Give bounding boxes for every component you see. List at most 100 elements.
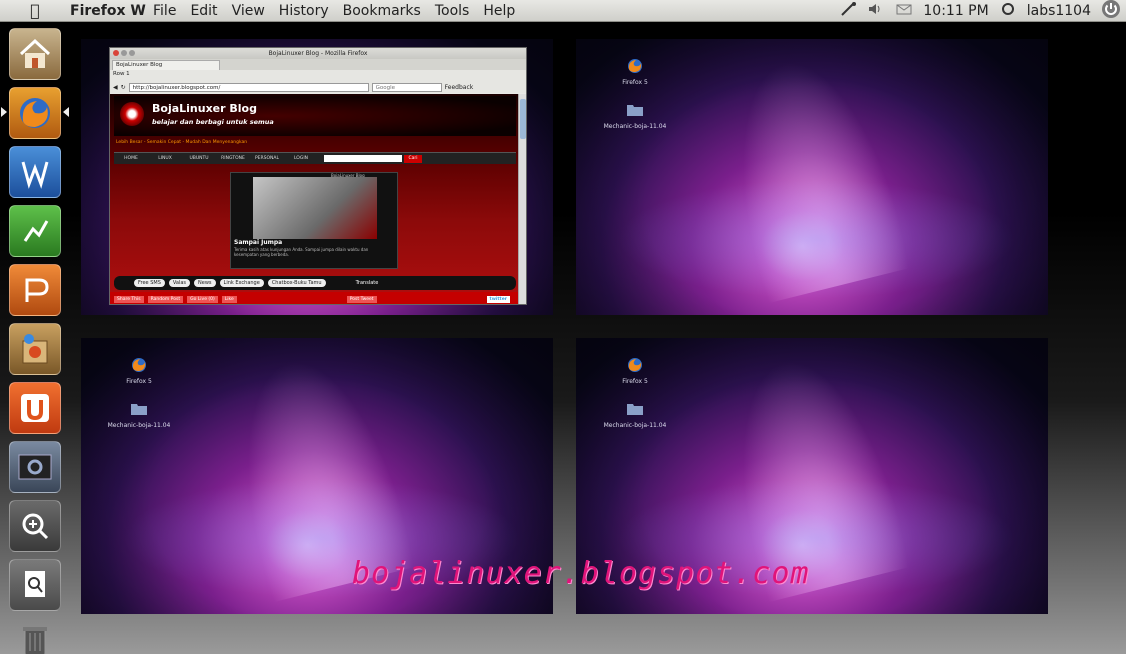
- launcher-file-search[interactable]: [9, 559, 61, 611]
- software-center-icon: [22, 334, 48, 364]
- menu-history[interactable]: History: [272, 3, 336, 19]
- maximize-icon[interactable]: [129, 50, 135, 56]
- launcher-impress[interactable]: [9, 264, 61, 316]
- back-icon[interactable]: ◀: [113, 84, 118, 91]
- clock[interactable]: 10:11 PM: [918, 3, 993, 19]
- menu-bookmarks[interactable]: Bookmarks: [336, 3, 428, 19]
- window-titlebar[interactable]: BojaLinuxer Blog - Mozilla Firefox: [110, 48, 526, 59]
- blog-tagline: Lebih Besar - Semakin Cepat - Mudah Dan …: [116, 140, 248, 145]
- web-page: BojaLinuxer Blog belajar dan berbagi unt…: [110, 94, 520, 304]
- nav-home[interactable]: HOME: [114, 156, 148, 161]
- active-app-name: Firefox W: [70, 2, 146, 19]
- vertical-scrollbar[interactable]: [518, 94, 526, 304]
- network-icon[interactable]: [834, 2, 862, 20]
- link-valas[interactable]: Valas: [168, 279, 191, 287]
- nav-login[interactable]: LOGIN: [284, 156, 318, 161]
- toolbar-row: Row 1: [113, 71, 130, 77]
- blog-logo: [120, 102, 144, 126]
- desktop-icon-folder[interactable]: Mechanic-boja-11.04: [600, 101, 670, 130]
- desktop-icon-firefox[interactable]: Firefox 5: [104, 356, 174, 385]
- nav-ringtone[interactable]: RINGTONE: [216, 156, 250, 161]
- link-news[interactable]: News: [194, 279, 216, 287]
- ubuntu-one-icon: [21, 394, 49, 422]
- blog-search-input[interactable]: [324, 155, 402, 162]
- desktop-icon-label: Firefox 5: [622, 79, 648, 86]
- volume-icon[interactable]: [862, 2, 890, 20]
- menu-file[interactable]: File: [146, 3, 183, 19]
- impress-icon: [25, 278, 49, 302]
- calc-icon: [23, 220, 49, 242]
- menu-view[interactable]: View: [225, 3, 272, 19]
- launcher-firefox[interactable]: [9, 87, 61, 139]
- browser-tab[interactable]: BojaLinuxer Blog: [112, 60, 220, 70]
- launcher-zoom[interactable]: [9, 500, 61, 552]
- post-tweet-button[interactable]: Post Tweet: [346, 295, 377, 303]
- menu-edit[interactable]: Edit: [183, 3, 224, 19]
- featured-text: Terima kasih atas kunjungan Anda. Sampai…: [234, 247, 369, 257]
- desktop-icon-label: Firefox 5: [622, 378, 648, 385]
- share-button[interactable]: Share This: [114, 295, 144, 303]
- nav-ubuntu[interactable]: UBUNTU: [182, 156, 216, 161]
- search-input[interactable]: Google: [371, 82, 442, 92]
- mail-icon[interactable]: [890, 2, 918, 20]
- nav-linux[interactable]: LINUX: [148, 156, 182, 161]
- url-bar[interactable]: http://bojalinuxer.blogspot.com/: [128, 82, 369, 92]
- nav-personal[interactable]: PERSONAL: [250, 156, 284, 161]
- go-live-button[interactable]: Go Live (0): [187, 295, 218, 303]
- desktop-icon-label: Mechanic-boja-11.04: [107, 422, 171, 429]
- launcher-calc[interactable]: [9, 205, 61, 257]
- apple-icon[interactable]: : [0, 1, 70, 20]
- firefox-icon: [132, 358, 146, 372]
- feedback-button[interactable]: Feedback: [445, 84, 474, 91]
- launcher-workspaces[interactable]: [9, 441, 61, 493]
- menu-tools[interactable]: Tools: [428, 3, 477, 19]
- firefox-window[interactable]: BojaLinuxer Blog - Mozilla Firefox BojaL…: [109, 47, 527, 305]
- top-panel:  Firefox W File Edit View History Bookm…: [0, 0, 1126, 22]
- featured-title[interactable]: Sampai Jumpa: [234, 239, 282, 246]
- reload-icon[interactable]: ↻: [121, 84, 126, 91]
- featured-post[interactable]: BojaLinuxer Blog Sampai Jumpa Terima kas…: [230, 172, 398, 269]
- user-icon: [994, 2, 1022, 20]
- blog-subtitle: belajar dan berbagi untuk semua: [152, 118, 274, 126]
- launcher-ubuntu-one[interactable]: [9, 382, 61, 434]
- blog-footer-bar: Share This Random Post Go Live (0) Like …: [110, 292, 520, 304]
- trash-icon: [23, 627, 47, 654]
- user-name[interactable]: labs1104: [1022, 3, 1096, 19]
- twitter-badge[interactable]: twitter: [486, 295, 510, 303]
- blog-search-button[interactable]: Cari: [404, 154, 422, 163]
- desktop-icon-folder[interactable]: Mechanic-boja-11.04: [600, 400, 670, 429]
- launcher-trash[interactable]: [9, 613, 61, 654]
- launcher-software-center[interactable]: [9, 323, 61, 375]
- home-icon: [19, 38, 51, 68]
- desktop-icon-label: Mechanic-boja-11.04: [603, 123, 667, 130]
- zoom-in-icon: [22, 513, 49, 540]
- power-icon[interactable]: [1096, 0, 1126, 23]
- workspace-2[interactable]: Firefox 5 Mechanic-boja-11.04: [576, 39, 1048, 315]
- blog-title[interactable]: BojaLinuxer Blog: [152, 102, 257, 115]
- link-chatbox[interactable]: Chatbox-Buku Tamu: [267, 279, 326, 287]
- launcher: [0, 23, 70, 654]
- minimize-icon[interactable]: [121, 50, 127, 56]
- window-title: BojaLinuxer Blog - Mozilla Firefox: [268, 50, 368, 57]
- random-post-button[interactable]: Random Post: [147, 295, 184, 303]
- link-exchange[interactable]: Link Exchange: [219, 279, 264, 287]
- launcher-writer[interactable]: [9, 146, 61, 198]
- firefox-icon: [628, 358, 642, 372]
- writer-icon: [21, 161, 49, 189]
- translate-link[interactable]: Translate: [352, 279, 383, 287]
- menu-help[interactable]: Help: [476, 3, 522, 19]
- firefox-icon: [20, 98, 50, 128]
- blog-header: BojaLinuxer Blog belajar dan berbagi unt…: [114, 96, 516, 136]
- desktop-icon-folder[interactable]: Mechanic-boja-11.04: [104, 400, 174, 429]
- desktop-icon-label: Firefox 5: [126, 378, 152, 385]
- blog-nav: HOME LINUX UBUNTU RINGTONE PERSONAL LOGI…: [114, 152, 516, 164]
- blog-links: Free SMS Valas News Link Exchange Chatbo…: [114, 276, 516, 290]
- desktop-icon-firefox[interactable]: Firefox 5: [600, 57, 670, 86]
- featured-image: [253, 177, 377, 239]
- link-free-sms[interactable]: Free SMS: [134, 279, 165, 287]
- desktop-icon-firefox[interactable]: Firefox 5: [600, 356, 670, 385]
- close-icon[interactable]: [113, 50, 119, 56]
- desktop-icon-label: Mechanic-boja-11.04: [603, 422, 667, 429]
- launcher-home[interactable]: [9, 28, 61, 80]
- like-button[interactable]: Like: [221, 295, 237, 303]
